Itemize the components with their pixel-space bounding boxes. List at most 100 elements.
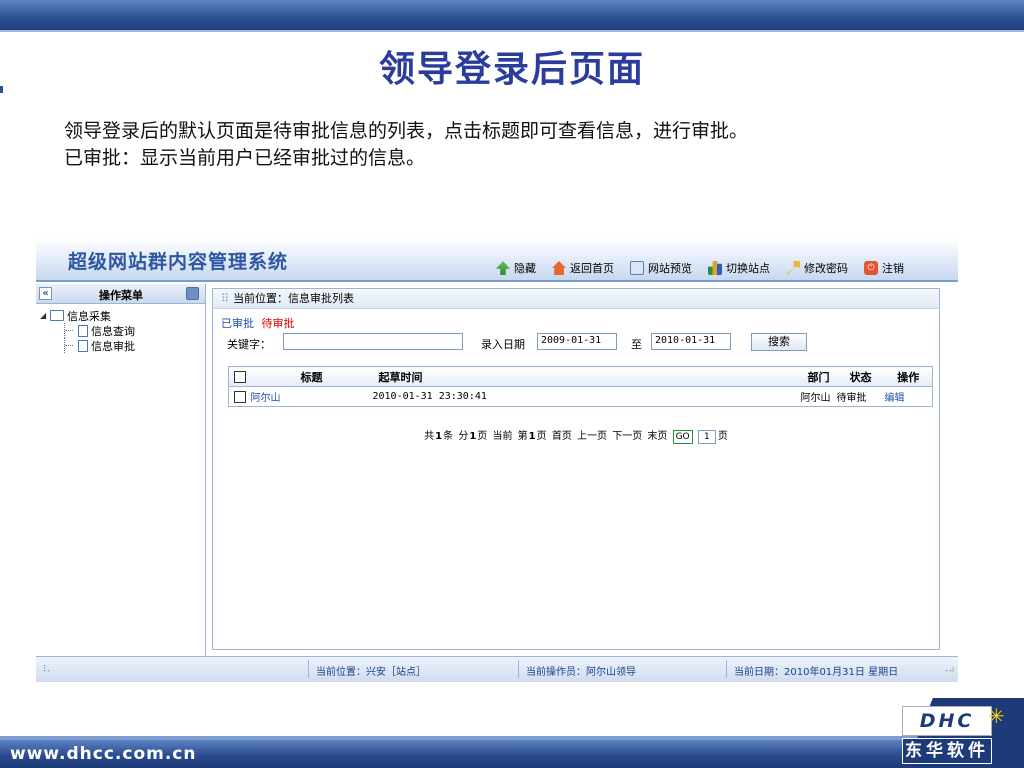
status-date: 当前日期：2010年01月31日 星期日: [734, 667, 899, 678]
dhc-logo: DHC 东华软件 ✳: [872, 698, 1024, 768]
app-toolbar: 隐藏 返回首页 网站预览 切换站点 修改密码 ⏻ 注销: [496, 258, 904, 278]
change-password-label: 修改密码: [804, 262, 848, 275]
row-status: 待审批: [836, 386, 885, 407]
file-icon: [78, 324, 88, 337]
column-dept: 部门: [800, 366, 837, 387]
preview-icon: [630, 261, 644, 275]
expand-triangle-icon[interactable]: ◢: [40, 311, 50, 320]
resize-grip-icon[interactable]: ⠠⠴: [942, 665, 955, 675]
sidebar-item-info-query[interactable]: 信息查询: [40, 323, 205, 338]
approval-table: 标题 起草时间 部门 状态 操作 阿尔山 2010-01-31 23:30:41…: [228, 366, 933, 407]
sidebar-pin-icon[interactable]: [186, 287, 199, 300]
pager-total: 1: [435, 431, 443, 442]
row-dept: 阿尔山: [800, 386, 837, 407]
folder-icon: [50, 310, 64, 321]
sidebar: « 操作菜单 ◢ 信息采集 信息查询 信息审批: [36, 284, 206, 656]
sidebar-item-label: 信息采集: [67, 309, 111, 323]
pager-next-link[interactable]: 下一页: [612, 431, 642, 442]
footer-url: www.dhcc.com.cn: [10, 744, 197, 764]
tab-approved[interactable]: 已审批: [221, 317, 254, 330]
app-title: 超级网站群内容管理系统: [68, 251, 289, 273]
slide-top-band: [0, 0, 1024, 30]
home-label: 返回首页: [570, 262, 614, 275]
sidebar-item-label: 信息查询: [91, 324, 135, 338]
switch-site-icon: [708, 261, 722, 275]
sidebar-item-info-collection[interactable]: ◢ 信息采集: [40, 308, 205, 323]
sidebar-item-info-approval[interactable]: 信息审批: [40, 338, 205, 353]
row-time: 2010-01-31 23:30:41: [372, 386, 801, 407]
description-line-1: 领导登录后的默认页面是待审批信息的列表，点击标题即可查看信息，进行审批。: [64, 120, 749, 142]
row-title-link[interactable]: 阿尔山: [250, 386, 373, 407]
pager-last-link[interactable]: 末页: [647, 431, 667, 442]
pagination: 共1条 分1页 当前 第1页 首页 上一页 下一页 末页 GO 1页: [213, 427, 939, 444]
tree-guide-line: [64, 338, 78, 353]
main-panel: ⠿ 当前位置：信息审批列表 已审批 待审批 关键字： 录入日期 2009-01-3…: [212, 288, 940, 650]
status-grip-left-icon: ⠸⠄: [40, 665, 54, 675]
preview-label: 网站预览: [648, 262, 692, 275]
switch-site-button[interactable]: 切换站点: [708, 258, 770, 278]
row-select-cell: [228, 386, 251, 407]
pager-go-button[interactable]: GO: [672, 430, 693, 444]
star-icon: ✳: [988, 704, 1005, 728]
date-to-input[interactable]: 2010-01-31: [651, 333, 731, 350]
column-action: 操作: [884, 366, 933, 387]
keyword-label: 关键字：: [227, 338, 271, 351]
description-line-2: 已审批：显示当前用户已经审批过的信息。: [64, 147, 426, 169]
switch-site-label: 切换站点: [726, 262, 770, 275]
file-icon: [78, 339, 88, 352]
column-status: 状态: [836, 366, 885, 387]
tree-guide-line: [64, 323, 78, 338]
status-divider: [308, 660, 309, 678]
logout-label: 注销: [882, 262, 904, 275]
pager-pages-prefix: 分: [458, 431, 469, 442]
tab-pending[interactable]: 待审批: [262, 317, 295, 330]
status-bar: ⠸⠄ 当前位置：兴安［站点］ 当前操作员：阿尔山领导 当前日期：2010年01月…: [36, 656, 958, 682]
select-all-checkbox[interactable]: [233, 371, 246, 383]
logout-icon: ⏻: [864, 261, 878, 275]
breadcrumb-text: 当前位置：信息审批列表: [233, 292, 355, 305]
pager-pages: 1: [469, 431, 477, 442]
table-header-row: 标题 起草时间 部门 状态 操作: [228, 366, 933, 387]
slide-top-line: [0, 30, 1024, 32]
search-filters: 关键字： 录入日期 2009-01-31 至 2010-01-31 搜索: [227, 333, 937, 353]
status-divider: [726, 660, 727, 678]
key-icon: [786, 261, 800, 275]
home-icon: [552, 261, 566, 275]
slide-title: 领导登录后页面: [378, 49, 645, 90]
select-all-cell: [228, 366, 251, 387]
hide-label: 隐藏: [514, 262, 536, 275]
app-header: 超级网站群内容管理系统 隐藏 返回首页 网站预览 切换站点 修改密码 ⏻ 注销: [36, 238, 958, 282]
home-button[interactable]: 返回首页: [552, 258, 614, 278]
slide-description: 领导登录后的默认页面是待审批信息的列表，点击标题即可查看信息，进行审批。 已审批…: [64, 118, 748, 172]
pager-page-input[interactable]: 1: [697, 430, 716, 444]
table-row: 阿尔山 2010-01-31 23:30:41 阿尔山 待审批 编辑: [228, 386, 933, 407]
date-label: 录入日期: [481, 338, 525, 351]
column-time: 起草时间: [372, 366, 801, 387]
pager-current-suffix: 页: [536, 431, 547, 442]
change-password-button[interactable]: 修改密码: [786, 258, 848, 278]
hide-icon: [496, 261, 510, 275]
pager-pages-suffix: 页: [477, 431, 488, 442]
keyword-input[interactable]: [283, 333, 463, 350]
row-edit-link[interactable]: 编辑: [884, 386, 933, 407]
breadcrumb-grip-icon: ⠿: [221, 292, 230, 305]
logo-cn-text: 东华软件: [902, 738, 992, 764]
status-divider: [518, 660, 519, 678]
pager-prev-link[interactable]: 上一页: [577, 431, 607, 442]
pager-first-link[interactable]: 首页: [552, 431, 572, 442]
status-operator: 当前操作员：阿尔山领导: [526, 667, 636, 678]
sidebar-item-label: 信息审批: [91, 339, 135, 353]
pager-total-prefix: 共: [424, 431, 435, 442]
sidebar-header: « 操作菜单: [36, 284, 205, 304]
column-title: 标题: [250, 366, 373, 387]
hide-button[interactable]: 隐藏: [496, 258, 536, 278]
breadcrumb: ⠿ 当前位置：信息审批列表: [213, 289, 939, 309]
search-button[interactable]: 搜索: [751, 333, 807, 351]
row-checkbox[interactable]: [233, 390, 246, 403]
logout-button[interactable]: ⏻ 注销: [864, 258, 904, 278]
preview-button[interactable]: 网站预览: [630, 258, 692, 278]
date-from-input[interactable]: 2009-01-31: [537, 333, 617, 350]
logo-text: DHC: [902, 706, 992, 736]
cms-app-window: 超级网站群内容管理系统 隐藏 返回首页 网站预览 切换站点 修改密码 ⏻ 注销 …: [36, 238, 958, 684]
pager-total-suffix: 条: [443, 431, 454, 442]
